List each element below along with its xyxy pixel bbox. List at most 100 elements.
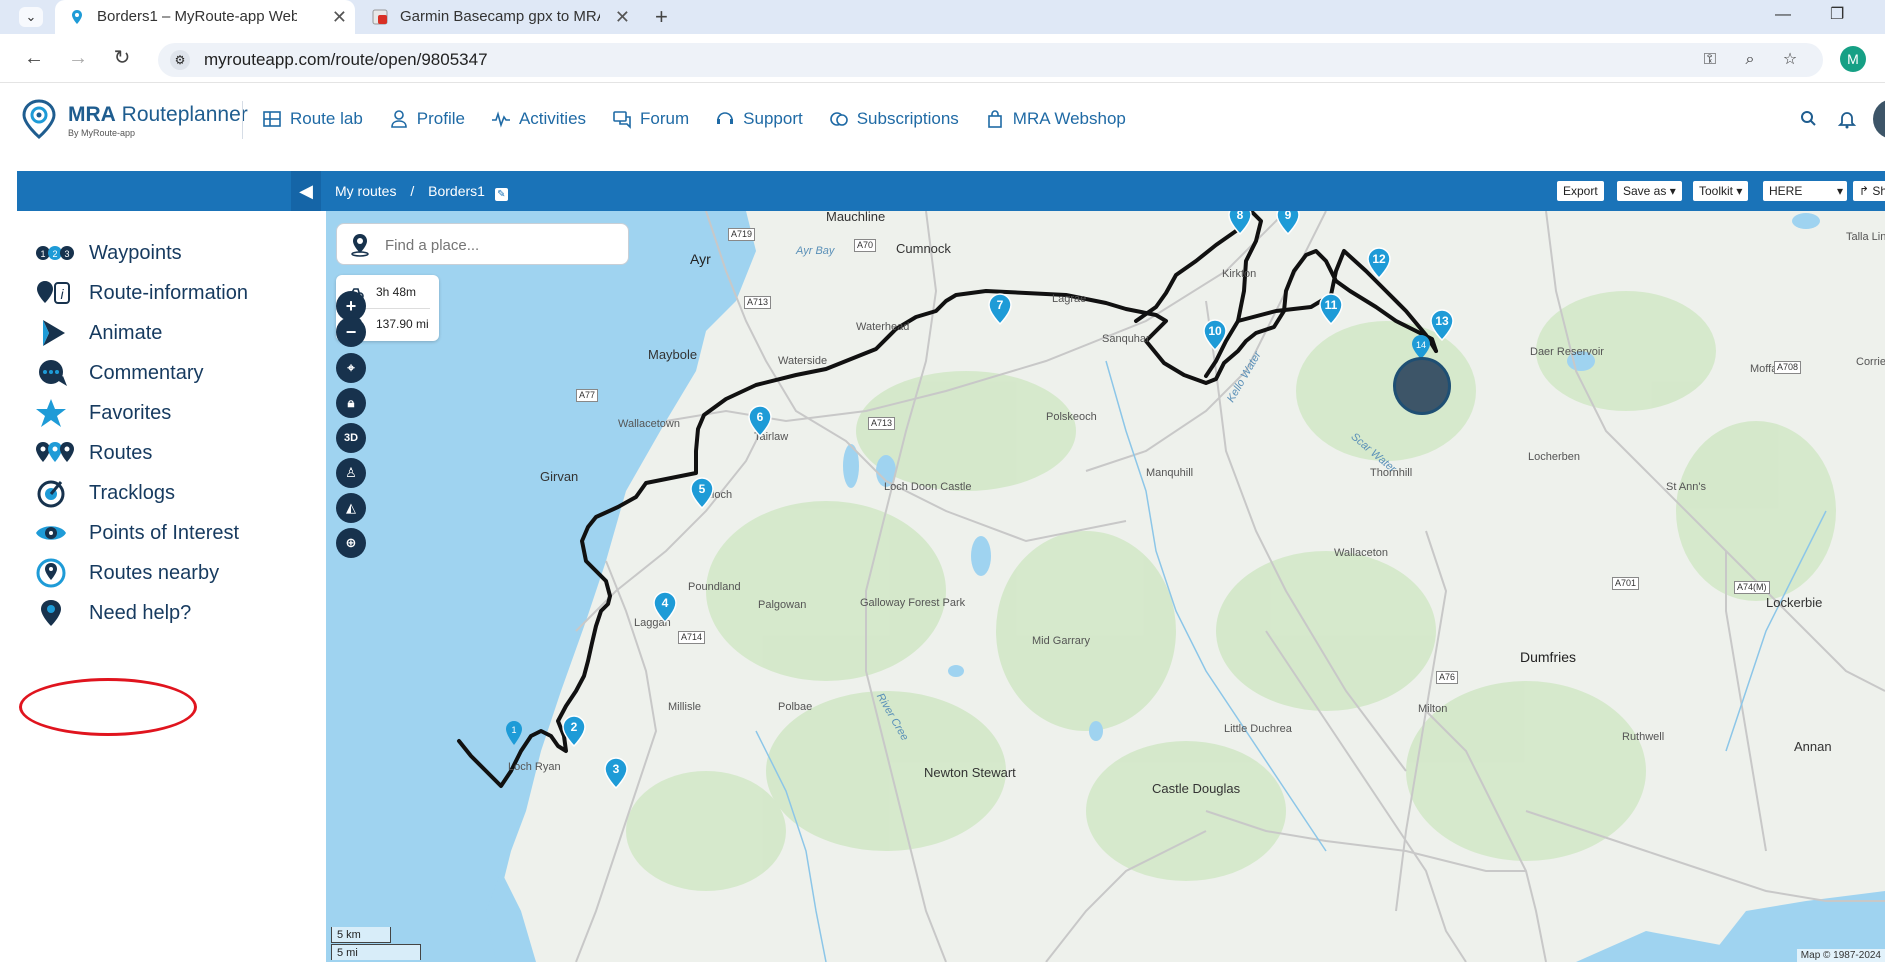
key-icon[interactable]: ⚿	[1698, 48, 1722, 72]
route-lab-icon	[263, 111, 281, 127]
bell-icon[interactable]	[1836, 108, 1858, 130]
waypoint-number: 2	[571, 720, 578, 734]
waypoint-marker[interactable]: 13	[1430, 309, 1454, 346]
share-button[interactable]: ↱ Sh	[1853, 181, 1885, 201]
waypoint-marker[interactable]: 8	[1228, 211, 1252, 240]
back-arrow-icon[interactable]: ◀	[291, 171, 321, 211]
sidebar-item-routes-nearby[interactable]: Routes nearby	[17, 553, 326, 593]
street-view-button[interactable]: ♙	[336, 458, 366, 488]
breadcrumb-my-routes[interactable]: My routes	[335, 183, 396, 199]
photo-marker[interactable]	[1393, 357, 1451, 415]
export-button[interactable]: Export	[1557, 181, 1604, 201]
marker-toggle-button[interactable]: ⌖	[336, 353, 366, 383]
waypoint-marker[interactable]: 10	[1203, 319, 1227, 356]
waypoint-marker[interactable]: 7	[988, 293, 1012, 330]
profile-avatar[interactable]: M	[1840, 46, 1866, 72]
tab-title: Borders1 – MyRoute-app Web	[97, 8, 297, 25]
search-input[interactable]	[385, 233, 615, 257]
commentary-icon	[39, 360, 67, 386]
sidebar-item-label: Points of Interest	[89, 522, 240, 544]
waypoint-marker[interactable]: 4	[653, 591, 677, 628]
search-icon[interactable]	[1798, 108, 1820, 130]
map-label: Talla Linnfoots	[1846, 231, 1885, 243]
sidebar-item-favorites[interactable]: Favorites	[17, 393, 326, 433]
minimize-button[interactable]: —	[1775, 0, 1791, 30]
reload-icon[interactable]: ↻	[108, 44, 136, 72]
zoom-out-button[interactable]: −	[336, 317, 366, 347]
sidebar-item-tracklogs[interactable]: Tracklogs	[17, 473, 326, 513]
map-label: Ruthwell	[1622, 731, 1665, 743]
map-label: Girvan	[540, 469, 579, 484]
url-text[interactable]: myrouteapp.com/route/open/9805347	[204, 43, 488, 77]
toolkit-button[interactable]: Toolkit ▾	[1693, 181, 1749, 201]
nav-route-lab[interactable]: Route lab	[262, 109, 363, 129]
waypoint-pin-icon: 7	[988, 293, 1012, 326]
waypoint-start-marker[interactable]: 1	[506, 721, 522, 750]
lock-button[interactable]: 🔒︎	[336, 388, 366, 418]
zoom-icon[interactable]: ⌕	[1738, 48, 1762, 72]
bookmark-star-icon[interactable]: ☆	[1778, 48, 1802, 72]
user-avatar[interactable]	[1873, 99, 1885, 139]
back-arrow-icon[interactable]: ←	[20, 44, 48, 72]
waypoint-marker[interactable]: 2	[562, 715, 586, 752]
sidebar-item-commentary[interactable]: Commentary	[17, 353, 326, 393]
3d-button[interactable]: 3D	[336, 423, 366, 453]
routes-nearby-icon	[36, 558, 66, 588]
tab-borders1[interactable]: Borders1 – MyRoute-app Web ✕	[55, 0, 355, 34]
nav-activities[interactable]: Activities	[491, 109, 586, 129]
tab-search-button[interactable]: ⌄	[19, 7, 43, 27]
close-tab-icon[interactable]: ✕	[332, 0, 347, 34]
sidebar-item-routes[interactable]: Routes	[17, 433, 326, 473]
waypoint-number: 14	[1416, 340, 1426, 350]
logo-name-bold: MRA	[68, 103, 116, 126]
elevation-chart-button[interactable]: ◭	[336, 493, 366, 523]
logo-name-rest: Routeplanner	[115, 103, 248, 126]
map-provider-select[interactable]: HERE ▾	[1763, 181, 1847, 201]
nav-support[interactable]: Support	[715, 109, 803, 129]
road-shield: A74(M)	[1734, 581, 1770, 594]
svg-text:1: 1	[40, 249, 45, 259]
lock-icon: 🔒︎	[347, 395, 355, 410]
sidebar-item-poi[interactable]: Points of Interest	[17, 513, 326, 553]
map-view[interactable]: Mauchline Cumnock Ayr Maybole Waterside …	[326, 211, 1885, 962]
road-shield: A77	[576, 389, 599, 402]
nav-forum[interactable]: Forum	[612, 109, 689, 129]
restore-button[interactable]: ❐	[1830, 0, 1844, 30]
waypoint-marker[interactable]: 12	[1367, 247, 1391, 284]
save-as-button[interactable]: Save as ▾	[1617, 181, 1682, 201]
place-search[interactable]	[336, 223, 629, 265]
edit-name-icon[interactable]: ✎	[494, 188, 508, 201]
nav-webshop[interactable]: MRA Webshop	[985, 109, 1126, 129]
locate-me-button[interactable]: ⊕	[336, 528, 366, 558]
site-info-icon[interactable]: ⚙	[170, 50, 190, 70]
sidebar-item-animate[interactable]: Animate	[17, 313, 326, 353]
new-tab-button[interactable]: +	[655, 0, 668, 34]
waypoint-marker[interactable]: 5	[690, 477, 714, 514]
waypoint-marker[interactable]: 3	[604, 757, 628, 794]
waypoint-marker[interactable]: 6	[748, 405, 772, 442]
breadcrumb-current: Borders1	[428, 183, 485, 199]
breadcrumb-separator: /	[410, 183, 415, 199]
address-bar[interactable]: ⚙ myrouteapp.com/route/open/9805347 ⚿ ⌕ …	[158, 43, 1823, 77]
map-label: Loch Ryan	[508, 761, 561, 773]
nav-label: Profile	[416, 109, 465, 128]
waypoint-pin-icon: 6	[748, 405, 772, 438]
map-label: Newton Stewart	[924, 765, 1016, 780]
sidebar-item-waypoints[interactable]: 123 Waypoints	[17, 233, 326, 273]
forward-arrow-icon[interactable]: →	[64, 44, 92, 72]
sidebar-item-route-information[interactable]: i Route-information	[17, 273, 326, 313]
tab-garmin[interactable]: Garmin Basecamp gpx to MRA ✕	[358, 0, 638, 34]
map-label: Lagrae	[1052, 293, 1087, 305]
nav-profile[interactable]: Profile	[389, 109, 465, 129]
close-tab-icon[interactable]: ✕	[615, 0, 630, 34]
waypoint-marker[interactable]: 11	[1319, 293, 1343, 330]
sidebar-item-help[interactable]: Need help?	[17, 593, 326, 633]
chart-icon: ◭	[346, 500, 356, 515]
map-label: Little Duchrea	[1224, 723, 1292, 735]
road-shield: A708	[1774, 361, 1802, 374]
nav-subscriptions[interactable]: Subscriptions	[829, 109, 959, 129]
map-label: Poundland	[688, 581, 741, 593]
scale-mi: 5 mi	[331, 944, 421, 960]
mra-logo[interactable]: MRA Routeplanner By MyRoute-app	[20, 99, 248, 143]
waypoint-marker[interactable]: 9	[1276, 211, 1300, 240]
